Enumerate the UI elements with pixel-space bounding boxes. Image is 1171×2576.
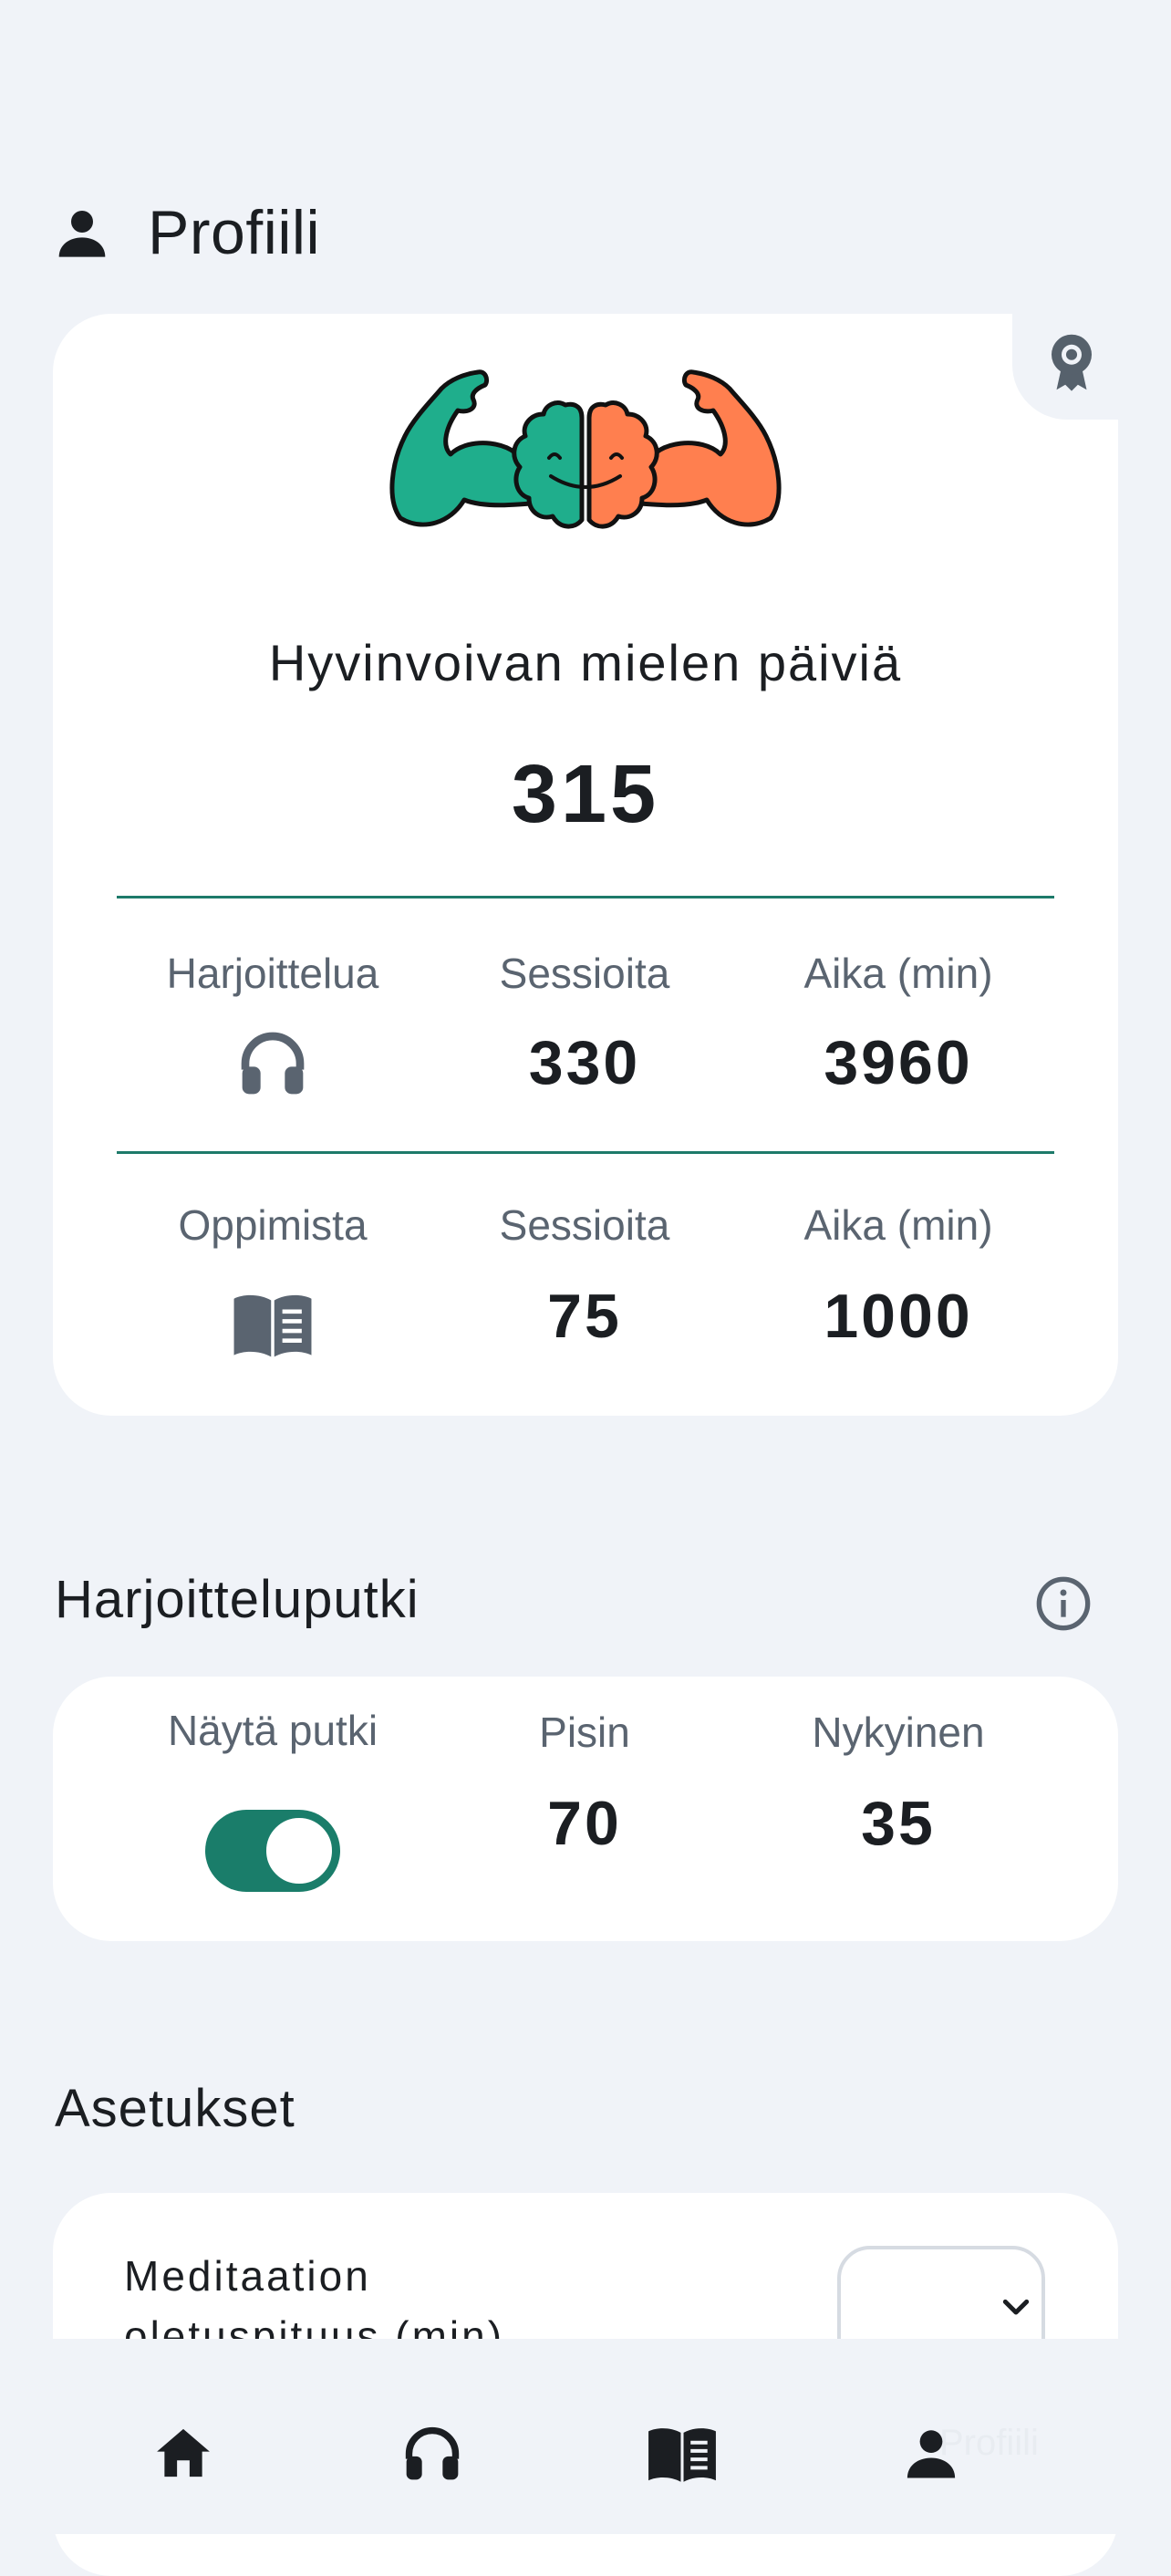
longest-streak-value: 70 (547, 1789, 622, 1858)
book-icon[interactable] (646, 2423, 719, 2485)
book-icon (233, 1294, 312, 1357)
practice-sessions-label: Sessioita (499, 950, 670, 997)
divider (117, 1151, 1054, 1154)
learning-sessions-value: 75 (547, 1282, 622, 1351)
settings-title: Asetukset (55, 2079, 295, 2138)
brain-logo (389, 369, 782, 529)
headphones-icon[interactable] (401, 2423, 463, 2485)
person-icon (58, 211, 106, 257)
person-icon[interactable] (901, 2423, 961, 2483)
page-header: Profiili (53, 182, 320, 283)
info-icon[interactable] (1034, 1574, 1093, 1633)
divider (117, 896, 1054, 898)
current-streak-value: 35 (861, 1789, 936, 1858)
show-streak-label: Näytä putki (167, 1707, 378, 1754)
show-streak-toggle[interactable] (205, 1810, 340, 1892)
page-title: Profiili (148, 198, 321, 267)
learning-label: Oppimista (178, 1201, 368, 1249)
streak-title: Harjoitteluputki (55, 1570, 420, 1629)
learning-sessions-label: Sessioita (499, 1201, 670, 1249)
learning-time-value: 1000 (824, 1282, 973, 1351)
practice-sessions-value: 330 (528, 1028, 641, 1097)
home-icon[interactable] (151, 2423, 215, 2483)
practice-label: Harjoittelua (166, 950, 379, 997)
learning-time-label: Aika (min) (803, 1201, 993, 1249)
practice-time-label: Aika (min) (803, 950, 993, 997)
chevron-down-icon (1002, 2299, 1030, 2315)
award-icon[interactable] (1041, 332, 1102, 392)
practice-time-value: 3960 (824, 1028, 973, 1097)
longest-streak-label: Pisin (539, 1709, 630, 1756)
days-label: Hyvinvoivan mielen päiviä (268, 634, 903, 691)
days-value: 315 (511, 749, 660, 840)
headphones-icon (241, 1032, 305, 1095)
current-streak-label: Nykyinen (812, 1709, 985, 1756)
toggle-knob (264, 1815, 335, 1886)
